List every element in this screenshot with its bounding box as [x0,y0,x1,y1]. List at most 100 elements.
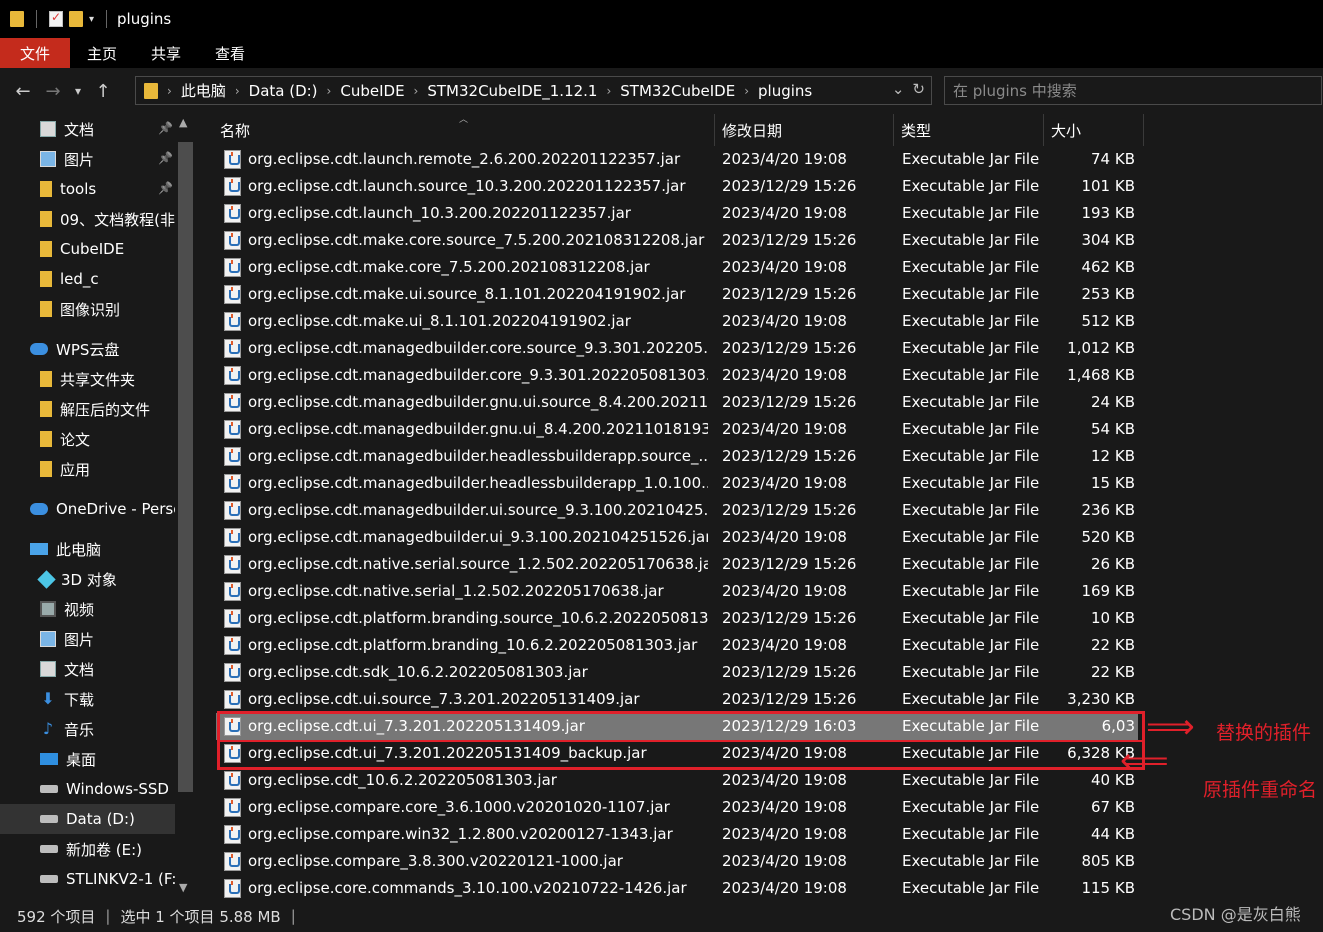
breadcrumb-plugins[interactable]: plugins [758,82,812,100]
sidebar-item[interactable]: 文档 [0,654,175,684]
sidebar-item[interactable]: led_c [0,264,175,294]
sidebar-item[interactable]: 此电脑 [0,534,175,564]
refresh-icon[interactable]: ↻ [912,80,925,98]
chevron-right-icon[interactable]: › [744,84,749,98]
tab-file[interactable]: 文件 [0,38,71,68]
sidebar-item[interactable]: 图片 [0,624,175,654]
file-date: 2023/4/20 19:08 [722,771,847,789]
sidebar-item[interactable]: 文档 [0,114,175,144]
chevron-right-icon[interactable]: › [327,84,332,98]
file-size: 253 KB [1081,285,1135,303]
file-row[interactable]: org.eclipse.cdt.platform.branding.source… [216,605,1138,632]
file-row[interactable]: org.eclipse.cdt.native.serial_1.2.502.20… [216,578,1138,605]
sidebar-item[interactable]: tools [0,174,175,204]
properties-icon[interactable] [49,10,63,27]
file-row[interactable]: org.eclipse.cdt.make.core.source_7.5.200… [216,227,1138,254]
sidebar-item[interactable]: Windows-SSD ( [0,774,175,804]
column-size[interactable]: 大小 [1043,114,1143,146]
file-row[interactable]: org.eclipse.cdt.sdk_10.6.2.202205081303.… [216,659,1138,686]
column-type[interactable]: 类型 [893,114,1043,146]
file-size: 462 KB [1081,258,1135,276]
chevron-right-icon[interactable]: › [606,84,611,98]
annotation-replaced-label: 替换的插件 [1216,722,1312,744]
file-date: 2023/4/20 19:08 [722,852,847,870]
file-row[interactable]: org.eclipse.cdt.managedbuilder.core.sour… [216,335,1138,362]
breadcrumb-data-drive[interactable]: Data (D:) [249,82,318,100]
sidebar-item[interactable]: OneDrive - Perso [0,494,175,524]
file-row[interactable]: org.eclipse.cdt_10.6.2.202205081303.jar 2… [216,767,1138,794]
file-row[interactable]: org.eclipse.cdt.ui.source_7.3.201.202205… [216,686,1138,713]
customize-dropdown-icon[interactable]: ▾ [89,14,94,25]
file-row[interactable]: org.eclipse.cdt.platform.branding_10.6.2… [216,632,1138,659]
pin-icon[interactable]: 📌 [158,121,173,135]
breadcrumb-stm32cubeide[interactable]: STM32CubeIDE [620,82,735,100]
sidebar-item[interactable]: 应用 [0,454,175,484]
sidebar-item[interactable]: CubeIDE [0,234,175,264]
column-divider[interactable] [1143,114,1144,146]
tab-home[interactable]: 主页 [70,38,134,68]
file-row[interactable]: org.eclipse.cdt.launch.remote_2.6.200.20… [216,146,1138,173]
column-name[interactable]: 名称 [212,114,712,146]
pin-icon[interactable]: 📌 [158,181,173,195]
sidebar-item[interactable]: 图片 [0,144,175,174]
sidebar-item[interactable]: 论文 [0,424,175,454]
file-row[interactable]: org.eclipse.compare_3.8.300.v20220121-10… [216,848,1138,875]
sidebar-item[interactable]: 图像识别 [0,294,175,324]
file-type: Executable Jar File [902,366,1040,384]
sidebar-item[interactable]: 新加卷 (E:) [0,834,175,864]
chevron-right-icon[interactable]: › [235,84,240,98]
sidebar-item[interactable]: 共享文件夹 [0,364,175,394]
sidebar-item[interactable]: 解压后的文件 [0,394,175,424]
scroll-up-icon[interactable]: ▲ [179,116,187,129]
back-arrow-icon[interactable]: ← [8,81,38,102]
sidebar-item[interactable]: ♪ 音乐 [0,714,175,744]
scrollbar-thumb[interactable] [178,142,193,792]
breadcrumb-this-pc[interactable]: 此电脑 [181,80,226,101]
file-row[interactable]: org.eclipse.cdt.launch_10.3.200.20220112… [216,200,1138,227]
breadcrumb-cubeide[interactable]: CubeIDE [340,82,404,100]
scroll-down-icon[interactable]: ▼ [179,881,187,894]
file-row[interactable]: org.eclipse.cdt.managedbuilder.gnu.ui.so… [216,389,1138,416]
sidebar-item[interactable]: 3D 对象 [0,564,175,594]
chevron-right-icon[interactable]: › [167,84,172,98]
file-row[interactable]: org.eclipse.cdt.managedbuilder.ui.source… [216,497,1138,524]
file-row[interactable]: org.eclipse.cdt.native.serial.source_1.2… [216,551,1138,578]
new-folder-icon[interactable] [69,11,83,27]
column-date[interactable]: 修改日期 [714,114,894,146]
file-row[interactable]: org.eclipse.cdt.make.core_7.5.200.202108… [216,254,1138,281]
file-row[interactable]: org.eclipse.cdt.launch.source_10.3.200.2… [216,173,1138,200]
file-row[interactable]: org.eclipse.core.commands_3.10.100.v2021… [216,875,1138,900]
tab-share[interactable]: 共享 [134,38,198,68]
recent-locations-icon[interactable]: ▾ [68,84,88,98]
file-row[interactable]: org.eclipse.cdt.managedbuilder.ui_9.3.10… [216,524,1138,551]
file-row[interactable]: org.eclipse.cdt.managedbuilder.gnu.ui_8.… [216,416,1138,443]
file-type: Executable Jar File [902,879,1040,897]
forward-arrow-icon[interactable]: → [38,81,68,102]
file-date: 2023/12/29 15:26 [722,339,857,357]
sidebar-item[interactable]: Data (D:) [0,804,175,834]
sidebar-item[interactable]: ⬇ 下载 [0,684,175,714]
file-row[interactable]: org.eclipse.cdt.make.ui_8.1.101.20220419… [216,308,1138,335]
jar-file-icon [224,285,241,304]
file-row[interactable]: org.eclipse.cdt.make.ui.source_8.1.101.2… [216,281,1138,308]
chevron-down-icon[interactable]: ⌄ [892,80,905,98]
file-row[interactable]: org.eclipse.cdt.managedbuilder.core_9.3.… [216,362,1138,389]
search-input[interactable]: 在 plugins 中搜索 [944,76,1322,105]
sidebar-item[interactable]: STLINKV2-1 (F:) [0,864,175,894]
breadcrumb-stm32cubeide-version[interactable]: STM32CubeIDE_1.12.1 [427,82,597,100]
file-row[interactable]: org.eclipse.compare.core_3.6.1000.v20201… [216,794,1138,821]
chevron-right-icon[interactable]: › [414,84,419,98]
sidebar-item[interactable]: 视频 [0,594,175,624]
sidebar-item[interactable]: WPS云盘 [0,334,175,364]
file-row[interactable]: org.eclipse.cdt.managedbuilder.headlessb… [216,443,1138,470]
address-bar[interactable]: › 此电脑 › Data (D:) › CubeIDE › STM32CubeI… [135,76,932,105]
sidebar-scrollbar[interactable]: ▲ ▼ [175,114,196,900]
sidebar-item[interactable]: 桌面 [0,744,175,774]
sidebar-item[interactable]: 09、文档教程(非 [0,204,175,234]
tab-view[interactable]: 查看 [198,38,262,68]
file-row[interactable]: org.eclipse.cdt.managedbuilder.headlessb… [216,470,1138,497]
pin-icon[interactable]: 📌 [158,151,173,165]
up-arrow-icon[interactable]: ↑ [88,81,118,102]
file-date: 2023/12/29 15:26 [722,501,857,519]
file-row[interactable]: org.eclipse.compare.win32_1.2.800.v20200… [216,821,1138,848]
